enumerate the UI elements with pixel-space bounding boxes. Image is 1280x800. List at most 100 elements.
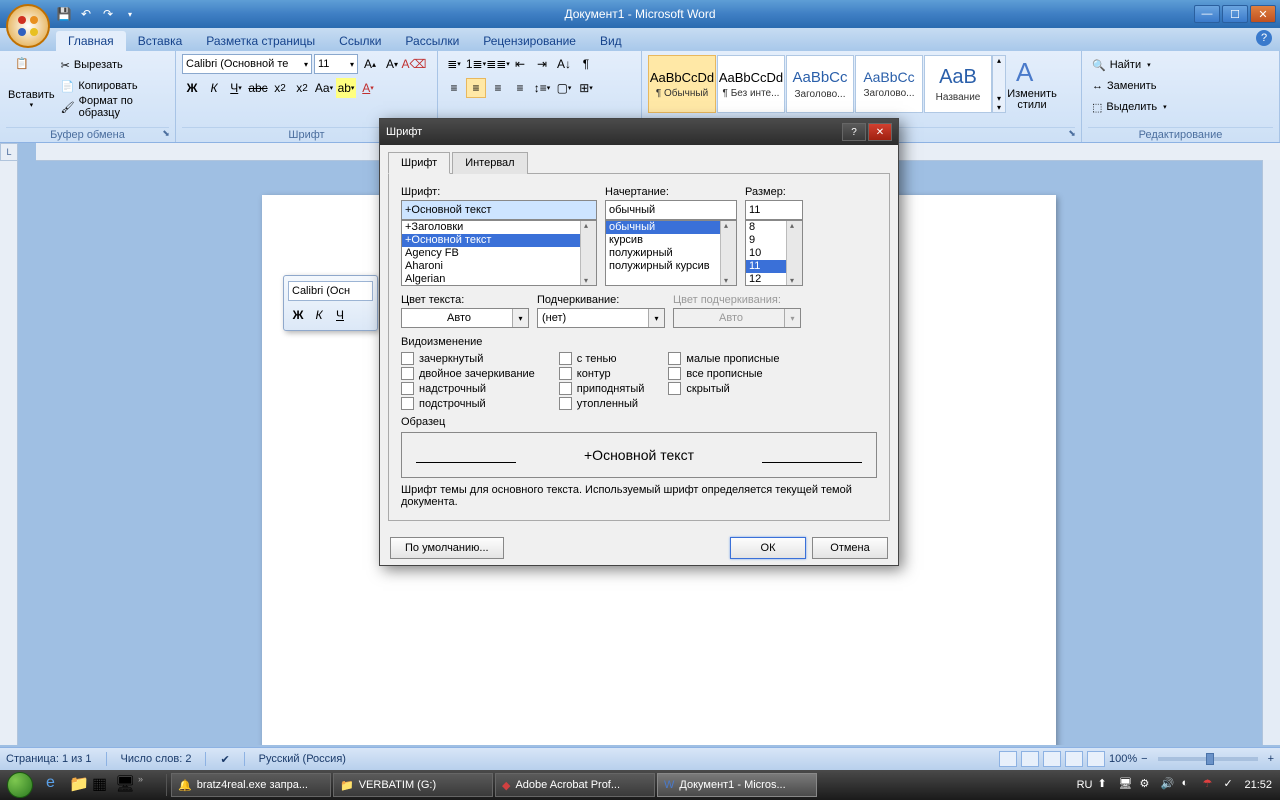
ql-more-icon[interactable]: » — [138, 774, 160, 796]
shrink-font-button[interactable]: A▾ — [382, 54, 402, 74]
check-emboss[interactable]: приподнятый — [559, 382, 645, 395]
highlight-button[interactable]: ab▾ — [336, 78, 356, 98]
clear-format-button[interactable]: A⌫ — [404, 54, 424, 74]
tray-icon-5[interactable]: ◐ — [1181, 777, 1197, 793]
check-engrave[interactable]: утопленный — [559, 397, 645, 410]
format-painter-button[interactable]: 🖌Формат по образцу — [57, 97, 169, 117]
dialog-tab-font[interactable]: Шрифт — [388, 152, 450, 174]
check-superscript[interactable]: надстрочный — [401, 382, 535, 395]
mini-underline[interactable]: Ч — [330, 305, 350, 325]
superscript-button[interactable]: x2 — [292, 78, 312, 98]
ok-button[interactable]: ОК — [730, 537, 806, 559]
check-subscript[interactable]: подстрочный — [401, 397, 535, 410]
show-marks-button[interactable]: ¶ — [576, 54, 596, 74]
cancel-button[interactable]: Отмена — [812, 537, 888, 559]
check-smallcaps[interactable]: малые прописные — [668, 352, 779, 365]
style-scroll[interactable]: ▴▾▾ — [992, 55, 1006, 113]
tray-volume-icon[interactable]: 🔊 — [1160, 777, 1176, 793]
font-size-input[interactable]: 11 — [745, 200, 803, 220]
task-item-4[interactable]: WДокумент1 - Micros... — [657, 773, 817, 797]
dialog-titlebar[interactable]: Шрифт ? ✕ — [380, 119, 898, 145]
tray-clock[interactable]: 21:52 — [1244, 779, 1272, 791]
shading-button[interactable]: ▢▾ — [554, 78, 574, 98]
status-language[interactable]: Русский (Россия) — [259, 753, 346, 765]
italic-button[interactable]: К — [204, 78, 224, 98]
numbering-button[interactable]: 1≣▾ — [466, 54, 486, 74]
mini-font-combo[interactable]: Calibri (Осн — [288, 281, 373, 301]
change-case-button[interactable]: Aa▾ — [314, 78, 334, 98]
dialog-help-button[interactable]: ? — [842, 123, 866, 141]
justify-button[interactable]: ≡ — [510, 78, 530, 98]
view-print-layout[interactable] — [999, 751, 1017, 767]
check-hidden[interactable]: скрытый — [668, 382, 779, 395]
explorer-icon[interactable]: 📁 — [69, 774, 91, 796]
check-shadow[interactable]: с тенью — [559, 352, 645, 365]
start-button[interactable] — [0, 770, 40, 800]
strike-button[interactable]: abc — [248, 78, 268, 98]
zoom-in-button[interactable]: + — [1268, 753, 1274, 765]
status-words[interactable]: Число слов: 2 — [121, 753, 192, 765]
underline-button[interactable]: Ч▾ — [226, 78, 246, 98]
tray-icon-1[interactable]: ⬆ — [1097, 777, 1113, 793]
subscript-button[interactable]: x2 — [270, 78, 290, 98]
style-list-scrollbar[interactable] — [720, 221, 736, 285]
grow-font-button[interactable]: A▴ — [360, 54, 380, 74]
task-item-3[interactable]: ◆Adobe Acrobat Prof... — [495, 773, 655, 797]
borders-button[interactable]: ⊞▾ — [576, 78, 596, 98]
sort-button[interactable]: A↓ — [554, 54, 574, 74]
styles-launcher[interactable]: ⬊ — [1065, 126, 1079, 140]
undo-icon[interactable]: ↶ — [78, 6, 94, 22]
view-web[interactable] — [1043, 751, 1061, 767]
line-spacing-button[interactable]: ↕≡▾ — [532, 78, 552, 98]
minimize-button[interactable]: — — [1194, 5, 1220, 23]
select-button[interactable]: ⬚Выделить▾ — [1088, 97, 1273, 117]
default-button[interactable]: По умолчанию... — [390, 537, 504, 559]
tab-page-layout[interactable]: Разметка страницы — [194, 31, 327, 51]
check-double-strike[interactable]: двойное зачеркивание — [401, 367, 535, 380]
font-size-list[interactable]: 8 9 10 11 12 — [745, 220, 803, 286]
status-proofing-icon[interactable]: ✔ — [220, 753, 229, 766]
align-center-button[interactable]: ≡ — [466, 78, 486, 98]
find-button[interactable]: 🔍Найти▾ — [1088, 55, 1273, 75]
tab-review[interactable]: Рецензирование — [471, 31, 588, 51]
task-item-2[interactable]: 📁VERBATIM (G:) — [333, 773, 493, 797]
font-name-combo[interactable]: Calibri (Основной те▾ — [182, 54, 312, 74]
tab-selector[interactable]: L — [0, 143, 18, 161]
tab-view[interactable]: Вид — [588, 31, 634, 51]
ql-icon-3[interactable]: ▦ — [92, 774, 114, 796]
view-draft[interactable] — [1087, 751, 1105, 767]
tray-network-icon[interactable]: 🖥 — [1118, 777, 1134, 793]
tab-mailings[interactable]: Рассылки — [393, 31, 471, 51]
close-button[interactable]: ✕ — [1250, 5, 1276, 23]
indent-dec-button[interactable]: ⇤ — [510, 54, 530, 74]
font-name-input[interactable]: +Основной текст — [401, 200, 597, 220]
align-left-button[interactable]: ≡ — [444, 78, 464, 98]
change-styles-button[interactable]: A Изменить стили — [1006, 53, 1058, 115]
tab-insert[interactable]: Вставка — [126, 31, 195, 51]
bold-button[interactable]: Ж — [182, 78, 202, 98]
font-name-list[interactable]: +Заголовки +Основной текст Agency FB Aha… — [401, 220, 597, 286]
size-list-scrollbar[interactable] — [786, 221, 802, 285]
dialog-tab-spacing[interactable]: Интервал — [452, 152, 527, 174]
view-full-screen[interactable] — [1021, 751, 1039, 767]
style-nospacing[interactable]: AaBbCcDd¶ Без инте... — [717, 55, 785, 113]
help-icon[interactable]: ? — [1256, 30, 1272, 46]
cut-button[interactable]: ✂Вырезать — [57, 55, 169, 75]
zoom-slider[interactable] — [1158, 757, 1258, 761]
zoom-level[interactable]: 100% — [1109, 753, 1137, 765]
font-size-combo[interactable]: 11▾ — [314, 54, 358, 74]
mini-italic[interactable]: К — [309, 305, 329, 325]
office-button[interactable] — [6, 4, 50, 48]
vertical-scrollbar[interactable] — [1262, 160, 1280, 745]
font-color-button[interactable]: A▾ — [358, 78, 378, 98]
multilevel-button[interactable]: ≣≣▾ — [488, 54, 508, 74]
tray-lang[interactable]: RU — [1077, 779, 1093, 791]
tray-icon-3[interactable]: ⚙ — [1139, 777, 1155, 793]
align-right-button[interactable]: ≡ — [488, 78, 508, 98]
redo-icon[interactable]: ↷ — [100, 6, 116, 22]
bullets-button[interactable]: ≣▾ — [444, 54, 464, 74]
mini-bold[interactable]: Ж — [288, 305, 308, 325]
font-style-list[interactable]: обычный курсив полужирный полужирный кур… — [605, 220, 737, 286]
style-heading1[interactable]: AaBbCcЗаголово... — [786, 55, 854, 113]
ql-icon-4[interactable]: 🖥 — [115, 774, 137, 796]
